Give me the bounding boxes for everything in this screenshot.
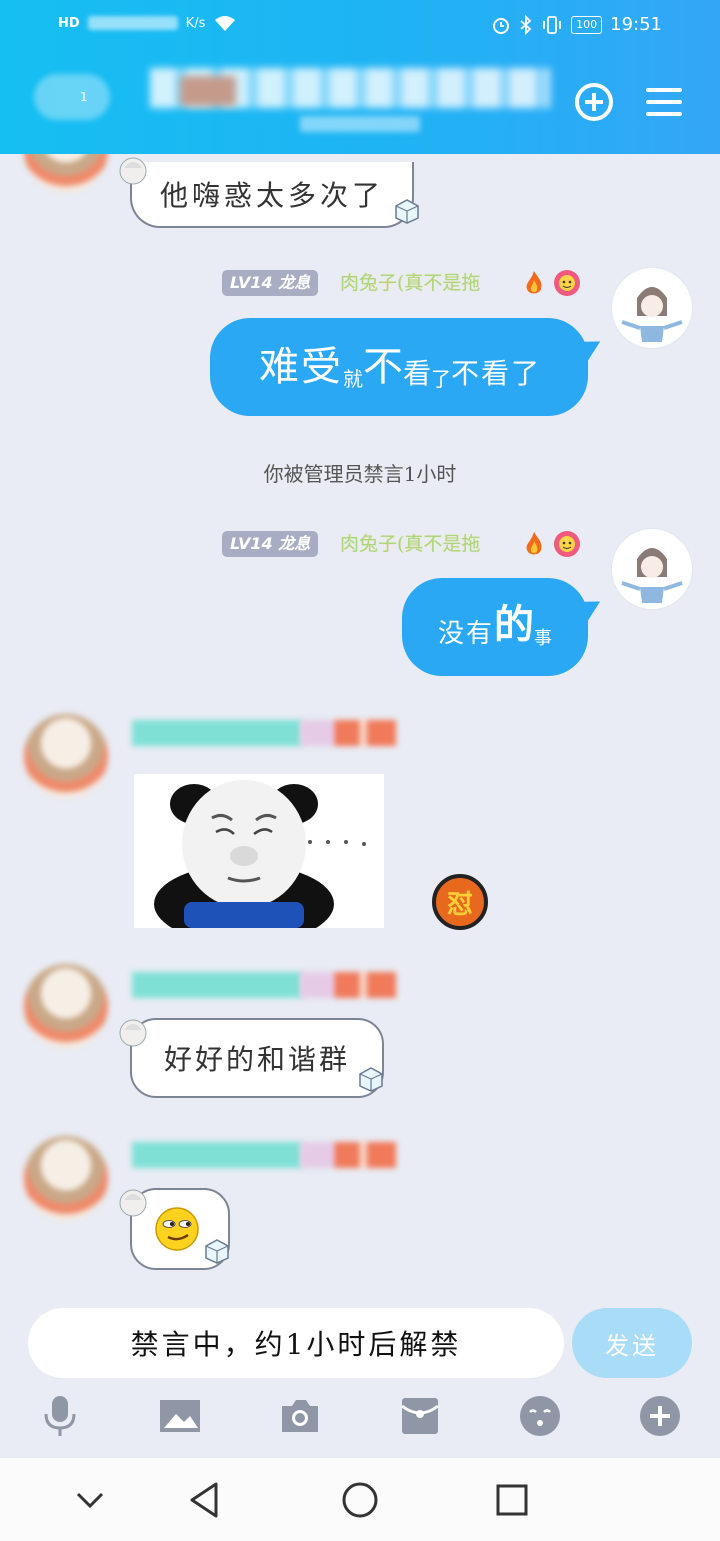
fire-icon (526, 532, 542, 555)
level-text: LV14 (230, 273, 273, 292)
network-type: HD (58, 15, 80, 31)
message-text: 就 (342, 367, 363, 391)
message-text: 不 (362, 344, 403, 390)
message-text: 的 (494, 601, 534, 648)
status-bar-right: 100 19:51 (491, 14, 662, 35)
cube-decoration-icon (205, 1239, 229, 1264)
avatar[interactable] (24, 964, 108, 1048)
red-packet-icon[interactable] (398, 1394, 442, 1438)
message-bubble-self[interactable]: 难受 就 不 看 了 不看 了 (210, 318, 588, 416)
sender-nickname[interactable]: 肉兔子(真不是拖 (340, 529, 480, 556)
avatar[interactable] (24, 714, 108, 798)
message-text: 好好的和谐群 (163, 1043, 350, 1076)
sender-name-blurred (132, 1142, 302, 1168)
avatar[interactable] (24, 154, 108, 192)
sticker-badge-text: 怼 (446, 889, 473, 920)
avatar[interactable] (612, 529, 692, 609)
level-title: 龙息 (278, 273, 311, 292)
mic-icon[interactable] (38, 1394, 82, 1438)
system-nav-bar (0, 1458, 720, 1541)
signal-icon (87, 16, 178, 30)
message-text: 不看 (450, 357, 511, 390)
group-call-icon[interactable] (572, 80, 616, 124)
status-time: 19:51 (610, 14, 662, 35)
image-icon[interactable] (158, 1394, 202, 1438)
sender-badge-blurred (300, 720, 396, 746)
sender-nickname[interactable]: 肉兔子(真不是拖 (340, 268, 480, 295)
recents-icon[interactable] (490, 1478, 534, 1522)
sticker-badge: 怼 (432, 874, 488, 930)
emoji-icon[interactable] (518, 1394, 562, 1438)
battery-level: 100 (571, 15, 603, 34)
plus-icon[interactable] (638, 1394, 682, 1438)
cube-decoration-icon (359, 1067, 383, 1092)
avatar[interactable] (24, 1136, 108, 1220)
level-title: 龙息 (278, 534, 311, 553)
avatar[interactable] (612, 268, 692, 348)
message-text: 了 (430, 367, 451, 391)
smirk-emoji-icon (155, 1207, 199, 1251)
message-text: 了 (511, 357, 540, 390)
level-badge: LV14 龙息 (222, 270, 319, 296)
back-button[interactable] (34, 74, 110, 120)
wifi-icon (215, 16, 236, 31)
input-row: 禁言中，约1小时后解禁 发送 (0, 1302, 720, 1384)
status-bar-left: HD K/s (58, 14, 237, 32)
flower-emoji-icon (554, 531, 580, 557)
sender-badge-blurred (300, 972, 396, 998)
sender-badge-blurred (300, 1142, 396, 1168)
back-icon[interactable] (184, 1478, 228, 1522)
muted-text: 禁言中，约1小时后解禁 (130, 1328, 462, 1361)
flower-emoji-icon (554, 270, 580, 296)
fire-icon (526, 271, 542, 294)
message-bubble[interactable]: 好好的和谐群 (130, 1018, 384, 1098)
message-text: 看 (402, 357, 431, 390)
sender-name-blurred (132, 972, 302, 998)
message-text: 事 (534, 628, 552, 649)
input-toolbar (0, 1384, 720, 1458)
level-text: LV14 (230, 534, 273, 553)
girl-avatar-icon (621, 548, 683, 603)
level-badge: LV14 龙息 (222, 531, 319, 557)
unread-count: 1 (80, 90, 88, 104)
send-button[interactable]: 发送 (572, 1308, 692, 1378)
message-text: 没有 (437, 619, 494, 649)
collapse-icon[interactable] (68, 1478, 112, 1522)
alarm-icon (493, 17, 510, 34)
message-bubble-self[interactable]: 没有 的 事 (402, 578, 588, 676)
cube-decoration-icon (395, 199, 419, 224)
chat-header: HD K/s 100 19:51 1 (0, 0, 720, 154)
vibrate-icon (543, 15, 562, 34)
chat-message-list[interactable]: 他嗨惑太多次了 LV14 龙息 肉兔子(真不是拖 难受 就 不 看 了 不看 了… (0, 154, 720, 1302)
group-badge-blurred (180, 76, 236, 106)
bubble-decoration-icon (119, 1019, 147, 1047)
bubble-decoration-icon (119, 157, 147, 185)
camera-icon[interactable] (278, 1394, 322, 1438)
menu-icon[interactable] (642, 80, 686, 124)
member-count-blurred (300, 116, 420, 132)
system-message: 你被管理员禁言1小时 (263, 462, 457, 486)
message-bubble[interactable]: 他嗨惑太多次了 (130, 162, 414, 228)
message-text: 难受 (258, 344, 343, 390)
speed-unit: K/s (185, 15, 206, 31)
home-icon[interactable] (338, 1478, 382, 1522)
message-text: 他嗨惑太多次了 (159, 179, 384, 212)
girl-avatar-icon (621, 287, 683, 342)
sender-name-blurred (132, 720, 302, 746)
message-input-muted[interactable]: 禁言中，约1小时后解禁 (28, 1308, 564, 1378)
bubble-decoration-icon (119, 1189, 147, 1217)
panda-sticker[interactable] (134, 774, 384, 928)
bluetooth-icon (520, 14, 532, 35)
